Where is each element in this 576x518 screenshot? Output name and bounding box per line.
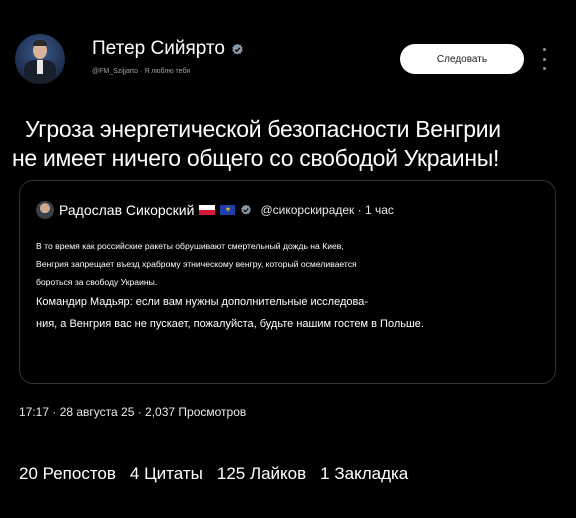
tweet-text: Угроза энергетической безопасности Венгр… [12,115,568,173]
reposts-count[interactable]: 20 Репостов [19,464,116,484]
tweet-meta[interactable]: 17:17 · 28 августа 25 · 2,037 Просмотров [19,405,246,419]
quoted-text-line: Командир Мадьяр: если вам нужны дополнит… [36,296,368,308]
avatar-shirt [37,60,43,74]
follow-button[interactable]: Следовать [400,44,524,74]
quoted-author-avatar[interactable] [36,201,54,219]
quoted-tweet-card[interactable]: Радослав Сикорский ✶ @сикорскирадек · 1 … [19,180,556,384]
verified-badge-icon [232,43,243,55]
quoted-text-line: ния, а Венгрия вас не пускает, пожалуйст… [36,318,424,330]
author-handle[interactable]: @FM_Szijjarto · Я люблю тебя [92,68,190,75]
quoted-text-line: В то время как российские ракеты обрушив… [36,241,344,251]
quotes-count[interactable]: 4 Цитаты [130,464,203,484]
tweet-text-line: Угроза энергетической безопасности Венгр… [25,116,501,142]
avatar-hair [33,40,47,46]
tweet-text-line: не имеет ничего общего со свободой Украи… [12,145,500,171]
poland-flag-icon [199,205,216,215]
author-avatar[interactable] [15,34,65,84]
quoted-verified-badge-icon [241,204,252,215]
quoted-text-line: Венгрия запрещает въезд храброму этничес… [36,259,357,269]
quoted-text-line: бороться за свободу Украины. [36,277,158,287]
quoted-author-handle[interactable]: @сикорскирадек · 1 час [260,203,393,217]
more-options-icon[interactable] [541,48,547,70]
author-name-row: Петер Сийярто [92,38,244,60]
eu-flag-icon: ✶ [220,205,236,215]
quoted-author-name[interactable]: Радослав Сикорский [59,202,194,218]
engagement-stats: 20 Репостов 4 Цитаты 125 Лайков 1 Заклад… [19,464,408,484]
likes-count[interactable]: 125 Лайков [217,464,306,484]
author-name[interactable]: Петер Сийярто [92,38,225,60]
bookmarks-count[interactable]: 1 Закладка [320,464,408,484]
quoted-tweet-header: Радослав Сикорский ✶ @сикорскирадек · 1 … [36,201,394,219]
quoted-tweet-body: В то время как российские ракеты обрушив… [36,237,546,335]
